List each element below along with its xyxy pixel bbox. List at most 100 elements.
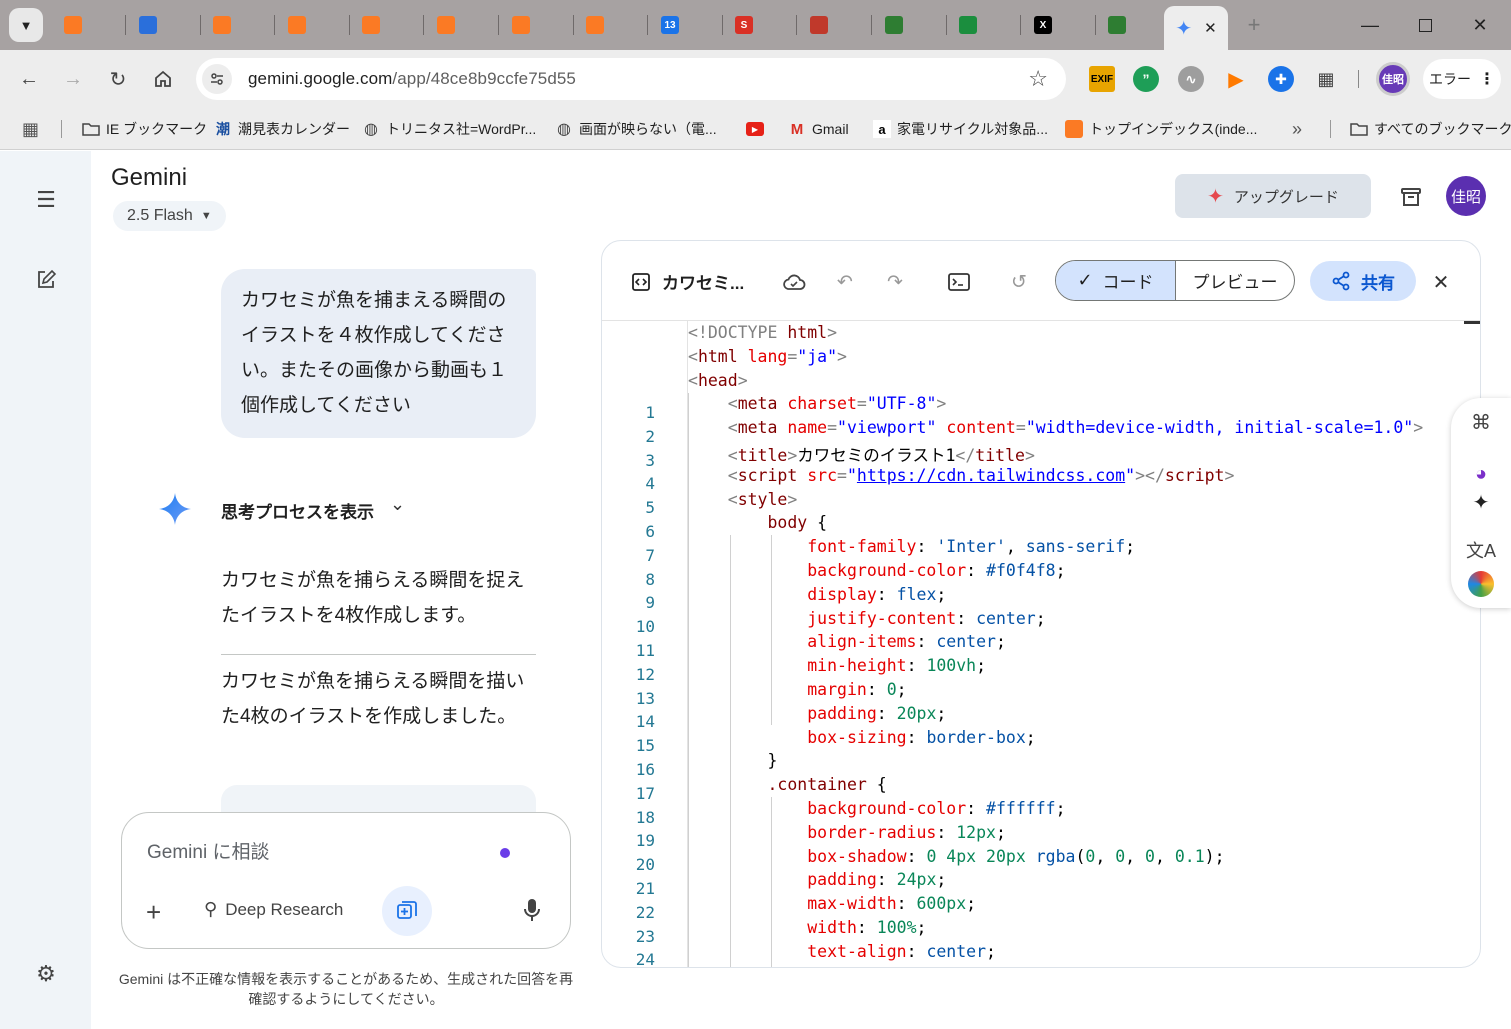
maximize-button[interactable] [1405, 10, 1445, 40]
bookmark-item[interactable]: ◍ トリニタス社=WordPr... [362, 116, 536, 142]
code-tab[interactable]: ✓ コード [1056, 261, 1176, 300]
bookmark-star-icon[interactable]: ☆ [1028, 66, 1048, 92]
translate-icon[interactable]: 文A [1465, 534, 1497, 566]
ai-tools-icon[interactable]: ⌘ [1465, 406, 1497, 438]
code-token: .container [767, 775, 877, 794]
code-token: center [926, 942, 987, 961]
share-button[interactable]: 共有 [1310, 261, 1416, 301]
canvas-tool-button[interactable] [382, 886, 432, 936]
line-number: 10 [635, 617, 655, 636]
browser-tab[interactable] [429, 10, 463, 40]
settings-button[interactable]: ⚙ [30, 958, 62, 990]
new-tab-button[interactable]: + [1241, 12, 1267, 38]
console-icon[interactable] [946, 269, 972, 295]
redo-icon[interactable]: ↷ [882, 269, 908, 295]
disclaimer-text: Gemini は不正確な情報を表示することがあるため、生成された回答を再確認する… [118, 971, 574, 1007]
browser-tab[interactable]: S [727, 10, 761, 40]
code-line: <html lang="ja"> [688, 347, 847, 366]
browser-tab[interactable] [354, 10, 388, 40]
bookmark-item[interactable]: トップインデックス(inde... [1065, 116, 1257, 142]
history-icon[interactable]: ↺ [1006, 269, 1032, 295]
s-icon: S [735, 16, 753, 34]
indent-guide [730, 535, 731, 967]
code-token: sans-serif [1025, 537, 1126, 556]
new-chat-button[interactable] [30, 264, 62, 296]
bookmark-item[interactable]: a 家電リサイクル対象品... [873, 116, 1048, 142]
code-line: display: flex; [688, 585, 946, 604]
tab-separator [870, 15, 872, 35]
hamburger-menu-icon: ☰ [36, 187, 56, 212]
microphone-button[interactable] [522, 897, 542, 928]
model-selector[interactable]: 2.5 Flash ▼ [113, 201, 226, 231]
site-info-icon[interactable] [202, 64, 232, 94]
code-token: ; [995, 632, 1006, 651]
browser-tab[interactable] [280, 10, 314, 40]
cloud-save-icon[interactable] [781, 269, 807, 295]
browser-tab[interactable] [205, 10, 239, 40]
document-title[interactable]: カワセミ... [662, 269, 744, 294]
tab-search-button[interactable]: ▼ [9, 8, 43, 42]
home-button[interactable] [148, 64, 178, 94]
active-tab-gemini[interactable]: ✦ ✕ [1164, 6, 1228, 50]
code-token: < [727, 394, 738, 413]
bookmark-item[interactable]: M Gmail [788, 116, 849, 142]
play-extension-icon[interactable]: ▶ [1223, 66, 1249, 92]
add-attachment-button[interactable]: + [146, 897, 161, 928]
browser-tab[interactable] [951, 10, 985, 40]
preview-tab[interactable]: プレビュー [1176, 261, 1294, 300]
url-text[interactable]: gemini.google.com/app/48ce8b9ccfe75d55 [248, 69, 576, 89]
main-menu-button[interactable]: ☰ [30, 184, 62, 216]
app-archive-button[interactable] [1396, 182, 1426, 212]
code-token: ; [995, 823, 1006, 842]
colorful-extension-icon[interactable] [1465, 568, 1497, 600]
exif-extension-icon[interactable]: EXIF [1089, 66, 1115, 92]
browser-tab[interactable] [56, 10, 90, 40]
address-bar[interactable]: gemini.google.com/app/48ce8b9ccfe75d55 ☆ [196, 58, 1066, 100]
folder-icon [82, 120, 100, 138]
globe-icon [959, 16, 977, 34]
undo-icon[interactable]: ↶ [832, 269, 858, 295]
deep-research-button[interactable]: ⚲ Deep Research [204, 899, 343, 920]
all-bookmarks-folder[interactable]: すべてのブックマーク [1350, 116, 1511, 142]
browser-tab[interactable] [877, 10, 911, 40]
account-avatar[interactable]: 佳昭 [1446, 176, 1486, 216]
quote-extension-icon[interactable]: ” [1133, 66, 1159, 92]
browser-tab[interactable] [578, 10, 612, 40]
bookmark-item[interactable]: ◍ 画面が映らない（電... [555, 116, 717, 142]
close-window-button[interactable]: ✕ [1460, 10, 1500, 40]
upgrade-button[interactable]: ✦ アップグレード [1175, 174, 1371, 218]
xampp-icon [1065, 120, 1083, 138]
bookmark-label: IE ブックマーク [106, 121, 208, 137]
code-token: < [688, 371, 698, 390]
apps-grid-icon[interactable]: ▦ [22, 116, 39, 142]
error-button[interactable]: エラー ⋮ [1423, 59, 1501, 99]
editor-scrollbar[interactable] [1464, 321, 1480, 324]
browser-tab[interactable] [504, 10, 538, 40]
profile-avatar[interactable]: 佳昭 [1376, 62, 1410, 96]
extensions-puzzle-icon[interactable]: ▦ [1313, 66, 1339, 92]
browser-tab[interactable]: X [1026, 10, 1060, 40]
browser-tab[interactable] [1100, 10, 1134, 40]
bookmark-item[interactable]: ▶ [746, 116, 764, 142]
reload-button[interactable]: ↻ [103, 64, 133, 94]
bookmark-item[interactable]: IE ブックマーク [82, 116, 207, 142]
close-canvas-icon[interactable]: ✕ [1428, 269, 1454, 295]
tab-close-icon[interactable]: ✕ [1204, 19, 1217, 37]
sparkle-icon[interactable]: ✦ [1465, 486, 1497, 518]
more-bookmarks-button[interactable]: » [1292, 116, 1302, 142]
thinking-toggle[interactable]: 思考プロセスを表示 ⌄ [158, 492, 405, 526]
chat-input-placeholder[interactable]: Gemini に相談 [147, 837, 269, 864]
back-button[interactable]: ← [14, 64, 44, 94]
globe-icon: ◍ [557, 121, 571, 138]
code-line: min-height: 100vh; [688, 656, 986, 675]
forward-button[interactable]: → [58, 64, 88, 94]
code-token: ; [986, 942, 996, 961]
minimize-button[interactable]: — [1350, 10, 1390, 40]
rss-extension-icon[interactable]: ∿ [1178, 66, 1204, 92]
browser-tab[interactable]: 13 [653, 10, 687, 40]
browser-tab[interactable] [131, 10, 165, 40]
chat-input-box[interactable]: Gemini に相談 + ⚲ Deep Research [121, 812, 571, 949]
bookmark-item[interactable]: 潮潮見表カレンダー [214, 116, 350, 142]
browser-tab[interactable] [802, 10, 836, 40]
gamepad-extension-icon[interactable]: ✚ [1268, 66, 1294, 92]
